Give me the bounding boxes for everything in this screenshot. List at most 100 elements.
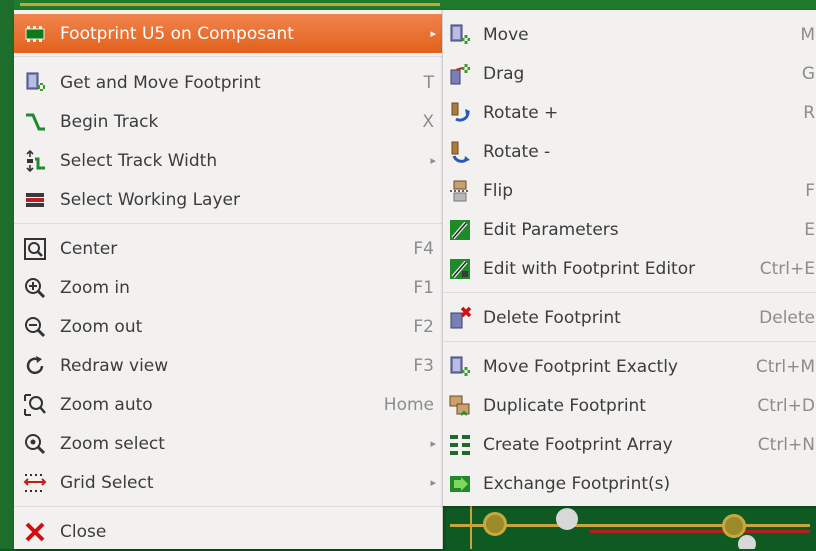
menu-item-label: Drag	[483, 63, 525, 84]
submenu-item-flip[interactable]: Flip F	[443, 171, 816, 210]
shortcut-label: Delete	[759, 307, 815, 328]
pcb-pad	[483, 512, 507, 536]
menu-item-label: Center	[60, 238, 118, 259]
submenu-item-drag[interactable]: Drag G	[443, 54, 816, 93]
menu-item-select-track-width[interactable]: Select Track Width ▸	[14, 141, 442, 180]
shortcut-label: X	[422, 111, 434, 132]
menu-item-zoom-out[interactable]: Zoom out F2	[14, 307, 442, 346]
flip-icon	[447, 178, 473, 204]
menu-item-label: Footprint U5 on Composant	[60, 23, 294, 44]
pcb-trace	[0, 0, 14, 549]
submenu-arrow-icon: ▸	[430, 27, 436, 40]
shortcut-label: Ctrl+M	[755, 356, 815, 377]
zoom-auto-icon	[22, 392, 48, 418]
pcb-pad	[556, 508, 578, 530]
submenu-item-move[interactable]: Move M	[443, 15, 816, 54]
pcb-pad	[722, 514, 746, 538]
menu-item-label: Duplicate Footprint	[483, 395, 646, 416]
pcb-trace	[20, 3, 440, 6]
submenu-item-create-footprint-array[interactable]: Create Footprint Array Ctrl+N	[443, 425, 816, 464]
menu-item-label: Edit with Footprint Editor	[483, 258, 696, 279]
menu-item-zoom-select[interactable]: Zoom select ▸	[14, 424, 442, 463]
menu-item-zoom-auto[interactable]: Zoom auto Home	[14, 385, 442, 424]
menu-separator	[443, 341, 816, 342]
context-menu: Footprint U5 on Composant ▸ Get and Move…	[14, 10, 443, 549]
shortcut-label: Home	[383, 394, 434, 415]
array-icon	[447, 432, 473, 458]
menu-separator	[14, 56, 442, 57]
submenu-item-rotate-plus[interactable]: Rotate + R	[443, 93, 816, 132]
menu-separator	[14, 223, 442, 224]
track-width-icon	[22, 148, 48, 174]
submenu-item-rotate-minus[interactable]: Rotate -	[443, 132, 816, 171]
menu-item-label: Zoom in	[60, 277, 130, 298]
menu-item-grid-select[interactable]: Grid Select ▸	[14, 463, 442, 502]
begin-track-icon	[22, 109, 48, 135]
menu-item-get-move-footprint[interactable]: Get and Move Footprint T	[14, 63, 442, 102]
menu-item-label: Redraw view	[60, 355, 169, 376]
shortcut-label: F1	[413, 277, 434, 298]
zoom-in-icon	[22, 275, 48, 301]
menu-item-label: Flip	[483, 180, 514, 201]
shortcut-label: R	[803, 102, 815, 123]
submenu-item-edit-with-footprint-editor[interactable]: Edit with Footprint Editor Ctrl+E	[443, 249, 816, 288]
menu-item-label: Zoom out	[60, 316, 143, 337]
shortcut-label: Ctrl+D	[757, 395, 815, 416]
layers-icon	[22, 187, 48, 213]
menu-item-center[interactable]: Center F4	[14, 229, 442, 268]
menu-item-label: Delete Footprint	[483, 307, 621, 328]
submenu-arrow-icon: ▸	[430, 437, 436, 450]
submenu-item-edit-parameters[interactable]: Edit Parameters E	[443, 210, 816, 249]
shortcut-label: T	[423, 72, 434, 93]
submenu-arrow-icon: ▸	[430, 154, 436, 167]
get-move-footprint-icon	[22, 70, 48, 96]
menu-item-redraw-view[interactable]: Redraw view F3	[14, 346, 442, 385]
zoom-out-icon	[22, 314, 48, 340]
menu-item-label: Move Footprint Exactly	[483, 356, 678, 377]
pcb-trace	[590, 530, 810, 533]
menu-item-label: Get and Move Footprint	[60, 72, 261, 93]
delete-footprint-icon	[447, 305, 473, 331]
move-icon	[447, 22, 473, 48]
redraw-icon	[22, 353, 48, 379]
menu-item-label: Move	[483, 24, 529, 45]
rotate-cw-icon	[447, 139, 473, 165]
exchange-icon	[447, 471, 473, 497]
duplicate-icon	[447, 393, 473, 419]
submenu-item-exchange-footprints[interactable]: Exchange Footprint(s)	[443, 464, 816, 503]
menu-item-select-working-layer[interactable]: Select Working Layer	[14, 180, 442, 219]
menu-separator	[14, 506, 442, 507]
menu-item-label: Rotate +	[483, 102, 559, 123]
shortcut-label: G	[801, 63, 815, 84]
menu-item-begin-track[interactable]: Begin Track X	[14, 102, 442, 141]
zoom-select-icon	[22, 431, 48, 457]
menu-item-label: Rotate -	[483, 141, 551, 162]
submenu-item-move-footprint-exactly[interactable]: Move Footprint Exactly Ctrl+M	[443, 347, 816, 386]
submenu-item-delete-footprint[interactable]: Delete Footprint Delete	[443, 298, 816, 337]
menu-item-label: Close	[60, 521, 107, 542]
footprint-editor-icon	[447, 256, 473, 282]
menu-item-label: Exchange Footprint(s)	[483, 473, 671, 494]
submenu-item-duplicate-footprint[interactable]: Duplicate Footprint Ctrl+D	[443, 386, 816, 425]
footprint-submenu: Move M Drag G Rotate + R Rotate - Flip F	[442, 10, 816, 506]
shortcut-label: F4	[413, 238, 434, 259]
footprint-icon	[22, 21, 48, 47]
menu-item-label: Grid Select	[60, 472, 154, 493]
menu-item-footprint-u5[interactable]: Footprint U5 on Composant ▸	[14, 14, 442, 53]
shortcut-label: Ctrl+N	[757, 434, 815, 455]
shortcut-label: E	[804, 219, 815, 240]
menu-item-close[interactable]: Close	[14, 512, 442, 551]
menu-item-label: Zoom auto	[60, 394, 153, 415]
menu-item-label: Begin Track	[60, 111, 159, 132]
pcb-trace	[470, 506, 472, 549]
shortcut-label: M	[800, 24, 815, 45]
menu-item-label: Select Track Width	[60, 150, 218, 171]
move-exact-icon	[447, 354, 473, 380]
drag-icon	[447, 61, 473, 87]
edit-parameters-icon	[447, 217, 473, 243]
menu-item-zoom-in[interactable]: Zoom in F1	[14, 268, 442, 307]
center-icon	[22, 236, 48, 262]
menu-item-label: Select Working Layer	[60, 189, 240, 210]
menu-item-label: Zoom select	[60, 433, 165, 454]
menu-item-label: Create Footprint Array	[483, 434, 673, 455]
